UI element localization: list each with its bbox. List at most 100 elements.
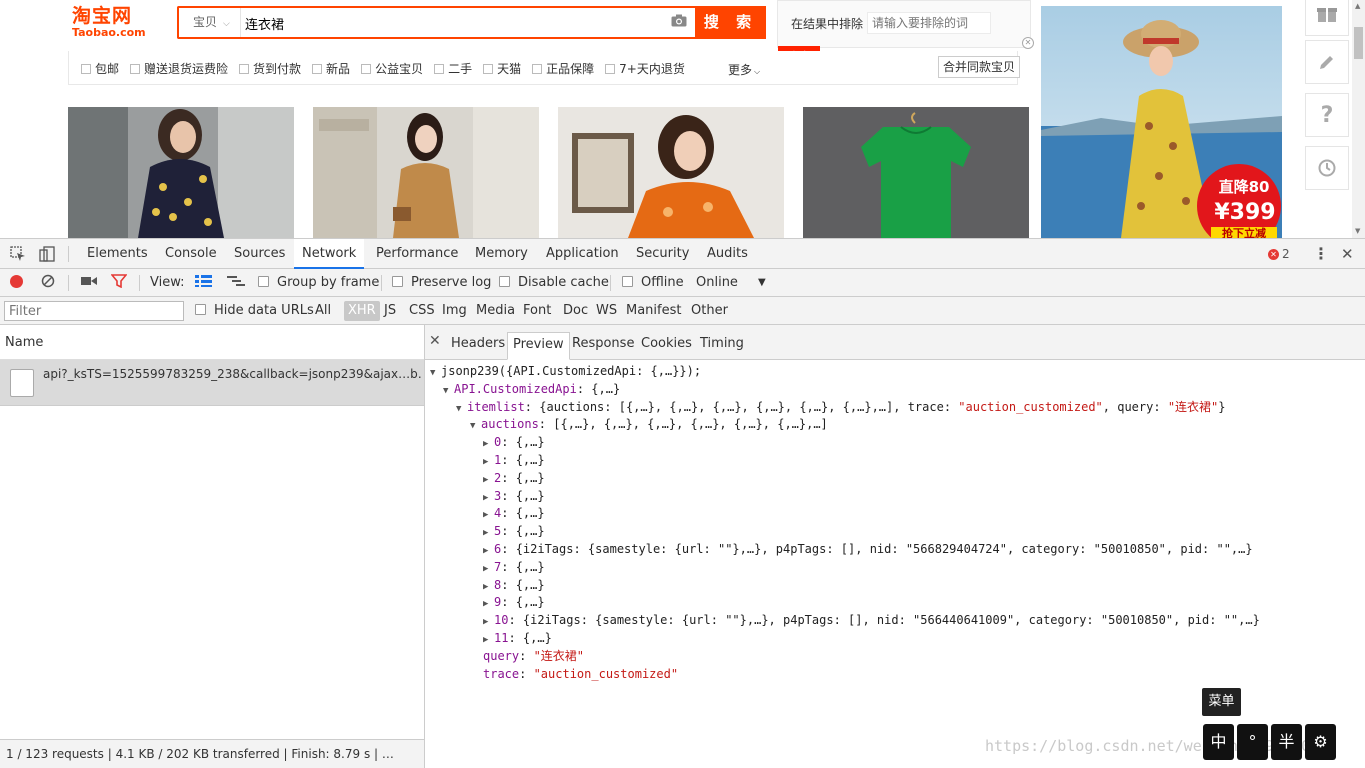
tree-node-item[interactable]: ▶ 1: {,…} xyxy=(425,452,1360,470)
record-icon[interactable] xyxy=(10,269,23,297)
name-column-header[interactable]: Name xyxy=(0,325,424,360)
tab-console[interactable]: Console xyxy=(157,239,225,269)
camera-icon[interactable] xyxy=(671,14,687,27)
rail-help-button[interactable]: ? xyxy=(1305,93,1349,137)
tab-timing[interactable]: Timing xyxy=(695,332,749,360)
table-row[interactable]: api?_ksTS=1525599783259_238&callback=jso… xyxy=(0,360,424,406)
throttling-select[interactable]: Online xyxy=(696,269,738,297)
error-counter[interactable]: ✕ 2 xyxy=(1268,239,1290,269)
more-filters-button[interactable]: 更多 ⌵ xyxy=(728,61,760,78)
tab-memory[interactable]: Memory xyxy=(467,239,536,269)
clear-icon[interactable] xyxy=(41,269,55,297)
exclude-input[interactable] xyxy=(867,12,991,34)
tab-response[interactable]: Response xyxy=(567,332,639,360)
filter-checkbox[interactable]: 包邮 xyxy=(81,60,119,77)
product-image[interactable] xyxy=(313,107,539,238)
kebab-menu-icon[interactable]: ⋮ xyxy=(1313,239,1329,269)
close-icon[interactable]: ✕ xyxy=(1022,37,1034,49)
tree-node-item[interactable]: ▶ 9: {,…} xyxy=(425,594,1360,612)
ad-banner[interactable]: 直降80 ¥399元 抢下立减 xyxy=(1041,6,1282,238)
tree-node-item[interactable]: ▶ 7: {,…} xyxy=(425,559,1360,577)
filter-type-manifest[interactable]: Manifest xyxy=(623,301,684,321)
filter-checkbox[interactable]: 赠送退货运费险 xyxy=(130,60,228,77)
close-devtools-icon[interactable]: ✕ xyxy=(1341,239,1354,269)
filter-checkbox[interactable]: 新品 xyxy=(312,60,350,77)
filter-funnel-icon[interactable] xyxy=(110,269,128,297)
tab-headers[interactable]: Headers xyxy=(446,332,510,360)
product-image[interactable] xyxy=(68,107,294,238)
filter-checkbox[interactable]: 货到付款 xyxy=(239,60,301,77)
tree-node-trace[interactable]: trace: "auction_customized" xyxy=(425,666,1360,684)
device-toolbar-icon[interactable] xyxy=(39,246,55,262)
filter-checkbox[interactable]: 天猫 xyxy=(483,60,521,77)
offline-checkbox[interactable]: Offline xyxy=(622,269,684,297)
filter-input[interactable] xyxy=(4,301,184,321)
tree-node-item[interactable]: ▶ 5: {,…} xyxy=(425,523,1360,541)
tree-node-root[interactable]: ▼ jsonp239({API.CustomizedApi: {,…}}); xyxy=(425,363,1360,381)
waterfall-icon[interactable] xyxy=(227,269,245,297)
ime-key[interactable]: 中 xyxy=(1203,724,1234,760)
filter-checkbox[interactable]: 7+天内退货 xyxy=(605,60,685,77)
tree-node-item[interactable]: ▶ 4: {,…} xyxy=(425,505,1360,523)
scrollbar-thumb[interactable] xyxy=(1354,27,1363,59)
close-icon[interactable]: ✕ xyxy=(429,333,441,349)
tree-node-item[interactable]: ▶ 11: {,…} xyxy=(425,630,1360,648)
tab-cookies[interactable]: Cookies xyxy=(636,332,697,360)
filter-type-css[interactable]: CSS xyxy=(406,301,438,321)
tab-preview[interactable]: Preview xyxy=(507,332,570,360)
tree-node-item[interactable]: ▶ 0: {,…} xyxy=(425,434,1360,452)
ime-key[interactable]: ° xyxy=(1237,724,1268,760)
filter-type-media[interactable]: Media xyxy=(473,301,518,321)
large-rows-icon[interactable] xyxy=(195,269,212,297)
video-camera-icon[interactable] xyxy=(81,269,97,297)
tab-sources[interactable]: Sources xyxy=(226,239,293,269)
rail-feedback-button[interactable] xyxy=(1305,40,1349,84)
tab-performance[interactable]: Performance xyxy=(368,239,466,269)
filter-type-doc[interactable]: Doc xyxy=(560,301,591,321)
filter-checkbox[interactable]: 公益宝贝 xyxy=(361,60,423,77)
tree-node-item[interactable]: ▶ 8: {,…} xyxy=(425,577,1360,595)
filter-checkbox[interactable]: 正品保障 xyxy=(532,60,594,77)
filter-type-all[interactable]: All xyxy=(312,301,334,321)
tree-node-item[interactable]: ▶ 2: {,…} xyxy=(425,470,1360,488)
filter-type-ws[interactable]: WS xyxy=(593,301,620,321)
tab-application[interactable]: Application xyxy=(538,239,627,269)
tab-elements[interactable]: Elements xyxy=(79,239,156,269)
ime-key[interactable]: ⚙ xyxy=(1305,724,1336,760)
tab-network[interactable]: Network xyxy=(294,239,365,269)
filter-checkbox[interactable]: 二手 xyxy=(434,60,472,77)
tree-node-item[interactable]: ▶ 6: {i2iTags: {samestyle: {url: ""},…}, … xyxy=(425,541,1360,559)
tree-node-api[interactable]: ▼ API.CustomizedApi: {,…} xyxy=(425,381,1360,399)
group-by-frame-checkbox[interactable]: Group by frame xyxy=(258,269,379,297)
ime-key[interactable]: 半 xyxy=(1271,724,1302,760)
rail-gift-button[interactable] xyxy=(1305,0,1349,36)
tree-node-query[interactable]: query: "连衣裙" xyxy=(425,648,1360,666)
tab-security[interactable]: Security xyxy=(628,239,697,269)
inspect-element-icon[interactable] xyxy=(10,246,26,262)
filter-type-other[interactable]: Other xyxy=(688,301,731,321)
page-scrollbar[interactable]: ▲ ▼ xyxy=(1352,0,1365,238)
filter-type-js[interactable]: JS xyxy=(381,301,399,321)
tab-audits[interactable]: Audits xyxy=(699,239,756,269)
scroll-up-arrow-icon[interactable]: ▲ xyxy=(1355,2,1360,10)
search-input[interactable] xyxy=(245,12,645,34)
tree-node-itemlist[interactable]: ▼ itemlist: {auctions: [{,…}, {,…}, {,…},… xyxy=(425,399,1360,417)
taobao-logo[interactable]: 淘宝网 Taobao.com xyxy=(72,5,162,41)
filter-type-font[interactable]: Font xyxy=(520,301,554,321)
rail-history-button[interactable] xyxy=(1305,146,1349,190)
search-scope-select[interactable]: 宝贝 ⌵ xyxy=(179,8,241,37)
search-button[interactable]: 搜 索 xyxy=(695,6,766,39)
disable-cache-checkbox[interactable]: Disable cache xyxy=(499,269,609,297)
filter-type-xhr[interactable]: XHR xyxy=(344,301,380,321)
hide-data-urls-checkbox[interactable]: Hide data URLs xyxy=(195,297,314,325)
merge-same-items-button[interactable]: 合并同款宝贝 xyxy=(938,56,1020,78)
tree-node-auctions[interactable]: ▼ auctions: [{,…}, {,…}, {,…}, {,…}, {,…}… xyxy=(425,416,1360,434)
product-image[interactable] xyxy=(803,107,1029,238)
filter-type-img[interactable]: Img xyxy=(439,301,470,321)
scroll-down-arrow-icon[interactable]: ▼ xyxy=(1355,227,1360,235)
tree-node-item[interactable]: ▶ 10: {i2iTags: {samestyle: {url: ""},…},… xyxy=(425,612,1360,630)
chevron-down-icon[interactable]: ▼ xyxy=(758,269,766,297)
preserve-log-checkbox[interactable]: Preserve log xyxy=(392,269,491,297)
tree-node-item[interactable]: ▶ 3: {,…} xyxy=(425,488,1360,506)
product-image[interactable] xyxy=(558,107,784,238)
